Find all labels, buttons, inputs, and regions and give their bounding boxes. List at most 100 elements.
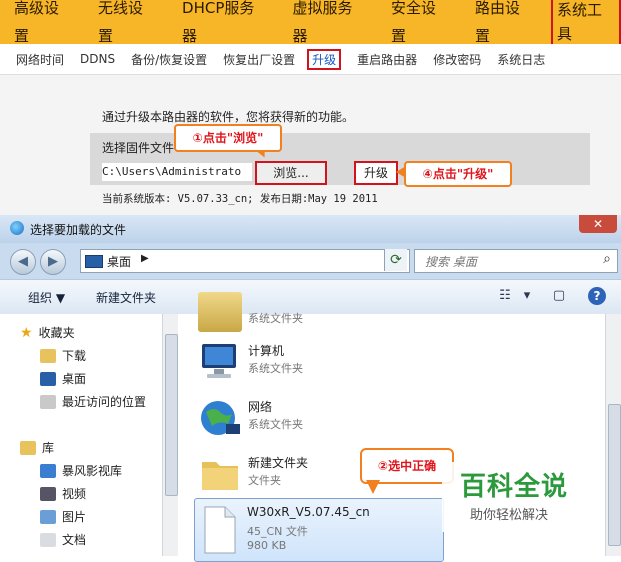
nav-documents[interactable]: 文档 [40,531,86,548]
forward-icon[interactable]: ▶ [40,249,66,275]
nav-downloads[interactable]: 下载 [40,347,86,364]
nav-scrollbar[interactable] [162,314,179,556]
nav-videos[interactable]: 视频 [40,485,86,502]
storm-library-icon [40,463,56,478]
organize-button[interactable]: 组织 ▼ [28,289,65,306]
sub-nav-password[interactable]: 修改密码 [433,51,481,68]
computer-icon [198,342,242,382]
file-type: 45_CN 文件 [247,525,308,538]
file-size: 980 KB [247,539,287,552]
nav-storm-library[interactable]: 暴风影视库 [40,462,122,479]
dialog-title: 选择要加载的文件 [30,223,127,237]
chevron-right-icon[interactable]: ▶ [141,253,149,264]
sub-nav-logs[interactable]: 系统日志 [497,51,545,68]
file-type: 系统文件夹 [248,312,303,325]
back-icon[interactable]: ◀ [10,249,36,275]
file-type: 系统文件夹 [248,362,303,375]
top-nav-system-tools[interactable]: 系统工具 [551,0,621,48]
file-name: 计算机 [248,344,285,358]
nav-recent-label: 最近访问的位置 [62,395,147,409]
file-item-network[interactable]: 网络 系统文件夹 [196,392,446,446]
file-item[interactable]: 系统文件夹 [196,286,446,340]
nav-videos-label: 视频 [62,487,87,501]
preview-pane-icon[interactable]: ▢ [550,288,568,304]
nav-recent[interactable]: 最近访问的位置 [40,393,146,410]
watermark: 百科全说 助你轻松解决 [442,462,602,532]
nav-desktop[interactable]: 桌面 [40,370,86,387]
address-location[interactable]: 桌面 [107,253,131,270]
search-placeholder: 搜索 桌面 [425,255,477,269]
file-name: 新建文件夹 [248,456,309,470]
sub-nav-upgrade[interactable]: 升级 [307,48,342,70]
top-nav-routing[interactable]: 路由设置 [461,0,533,50]
document-icon [40,532,56,547]
picture-icon [40,509,56,524]
top-nav-security[interactable]: 安全设置 [377,0,449,50]
help-icon[interactable]: ? [588,287,606,305]
address-row: ◀ ▶ 桌面 ▶ ▼ ⟳ 搜索 桌面 ⌕ [0,243,621,279]
dialog-titlebar[interactable]: 选择要加载的文件 ✕ [0,215,621,243]
top-nav-wireless[interactable]: 无线设置 [84,0,156,50]
nav-pictures[interactable]: 图片 [40,508,86,525]
ie-icon [10,221,24,235]
upgrade-intro-text: 通过升级本路由器的软件，您将获得新的功能。 [102,110,355,124]
file-item-firmware[interactable]: W30xR_V5.07.45_cn 45_CN 文件 980 KB [194,498,444,562]
firmware-path-input[interactable]: C:\Users\Administrato [102,163,252,181]
network-icon [198,398,242,438]
nav-downloads-label: 下载 [62,349,87,363]
nav-documents-label: 文档 [62,533,87,547]
nav-favorites[interactable]: ★ 收藏夹 [20,324,75,341]
file-name: 网络 [248,400,273,414]
sub-nav-time[interactable]: 网络时间 [16,51,64,68]
search-icon[interactable]: ⌕ [603,251,611,267]
router-sub-nav: 网络时间 DDNS 备份/恢复设置 恢复出厂设置 升级 重启路由器 修改密码 系… [0,44,621,75]
nav-scroll-thumb[interactable] [165,334,178,496]
view-options-icon[interactable]: ☷ [496,288,514,304]
folder-icon [198,454,242,494]
file-icon [197,505,241,554]
nav-libraries-label: 库 [42,441,55,455]
top-nav-dhcp[interactable]: DHCP服务器 [168,0,266,50]
file-type: 文件夹 [248,474,281,487]
new-folder-button[interactable]: 新建文件夹 [96,289,156,306]
file-type: 系统文件夹 [248,418,303,431]
callout-step4: ④点击"升级" [404,161,512,187]
nav-storm-label: 暴风影视库 [62,464,123,478]
watermark-logo: 百科全说 [460,472,569,502]
sub-nav-ddns[interactable]: DDNS [80,52,115,66]
top-nav-virtual-server[interactable]: 虚拟服务器 [278,0,365,50]
top-nav-advanced[interactable]: 高级设置 [0,0,72,50]
sub-nav-backup[interactable]: 备份/恢复设置 [131,51,207,68]
folder-icon [40,348,56,363]
library-icon [20,440,36,455]
close-button[interactable]: ✕ [579,215,617,233]
callout-step1: ①点击"浏览" [174,124,282,152]
address-bar[interactable]: 桌面 ▶ ▼ [80,249,410,273]
nav-favorites-label: 收藏夹 [38,326,75,340]
file-item-computer[interactable]: 计算机 系统文件夹 [196,336,446,390]
firmware-label: 选择固件文件 [102,141,175,155]
router-top-nav: 高级设置 无线设置 DHCP服务器 虚拟服务器 安全设置 路由设置 系统工具 [0,0,621,48]
file-name: W30xR_V5.07.45_cn [247,505,370,519]
browse-button[interactable]: 浏览... [255,161,327,185]
refresh-icon[interactable]: ⟳ [384,249,407,271]
sub-nav-factory-reset[interactable]: 恢复出厂设置 [223,51,295,68]
callout-step2: ②选中正确 [360,448,454,484]
version-text: 当前系统版本: V5.07.33_cn; 发布日期:May 19 2011 [102,193,378,205]
nav-pictures-label: 图片 [62,510,87,524]
desktop-icon [40,371,56,386]
search-input[interactable]: 搜索 桌面 ⌕ [414,249,618,273]
recent-places-icon [40,394,56,409]
chevron-down-icon[interactable]: ▾ [518,288,536,304]
file-scroll-thumb[interactable] [608,404,621,546]
watermark-slogan: 助你轻松解决 [470,508,549,523]
upgrade-button[interactable]: 升级 [354,161,398,185]
navigation-pane: ★ 收藏夹 下载 桌面 最近访问的位置 库 暴风影视库 视频 图片 文档 [0,314,162,556]
file-scrollbar[interactable] [605,314,621,556]
nav-desktop-label: 桌面 [62,372,87,386]
callout-tail-2 [366,480,380,494]
folder-icon [198,292,242,332]
nav-libraries[interactable]: 库 [20,439,54,456]
star-icon: ★ [20,324,33,341]
sub-nav-reboot[interactable]: 重启路由器 [357,51,417,68]
